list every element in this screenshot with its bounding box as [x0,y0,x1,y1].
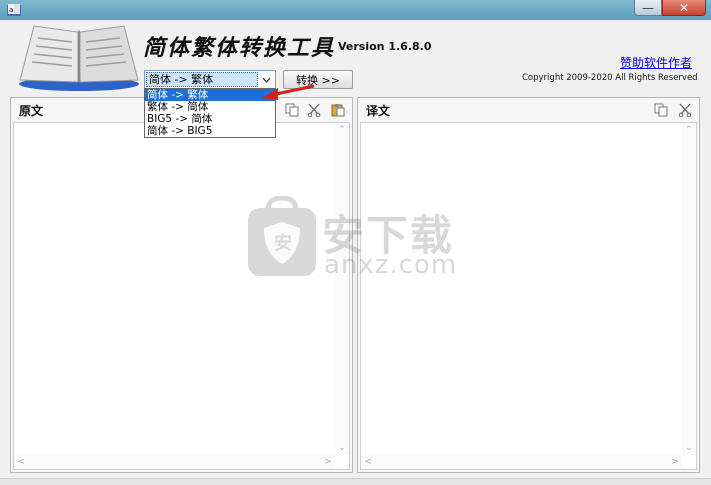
target-panel-title: 译文 [366,104,391,118]
dropdown-option[interactable]: 繁体 -> 简体 [145,101,275,113]
minimize-button[interactable]: — [634,0,662,16]
title-bar[interactable]: a — ✕ [0,0,711,20]
source-panel-title: 原文 [19,104,44,118]
target-panel: 译文 ⌃ ⌄ < > [357,97,700,473]
scroll-up-icon[interactable]: ⌃ [682,123,696,137]
scroll-down-icon[interactable]: ⌄ [682,441,696,455]
horizontal-scrollbar[interactable]: < > [14,455,335,469]
paste-icon[interactable] [329,101,347,119]
red-arrow-pointer-icon [262,84,315,100]
book-logo-icon [19,25,139,91]
cut-icon[interactable] [676,101,694,119]
target-panel-header: 译文 [358,98,699,122]
target-text-area[interactable]: ⌃ ⌄ < > [360,122,697,470]
scroll-down-icon[interactable]: ⌄ [335,441,349,455]
mode-select[interactable]: 简体 -> 繁体 [144,70,276,89]
scroll-right-icon[interactable]: > [668,455,682,469]
dropdown-option[interactable]: BIG5 -> 简体 [145,113,275,125]
copyright-text: Copyright 2009-2020 All Rights Reserved [522,73,698,83]
scroll-right-icon[interactable]: > [321,455,335,469]
scroll-left-icon[interactable]: < [361,455,375,469]
svg-text:a: a [9,6,13,14]
source-text-area[interactable]: ⌃ ⌄ < > [13,122,350,470]
copy-icon[interactable] [652,101,670,119]
source-panel: 原文 ⌃ ⌄ < > [10,97,353,473]
dropdown-option[interactable]: 简体 -> 繁体 [145,89,275,101]
dropdown-option[interactable]: 简体 -> BIG5 [145,125,275,137]
mode-dropdown-list: 简体 -> 繁体 繁体 -> 简体 BIG5 -> 简体 简体 -> BIG5 [144,88,276,138]
sponsor-link[interactable]: 赞助软件作者 [620,54,692,71]
version-label: Version 1.6.8.0 [338,40,432,53]
vertical-scrollbar[interactable]: ⌃ ⌄ [335,123,349,455]
close-button[interactable]: ✕ [662,0,706,16]
vertical-scrollbar[interactable]: ⌃ ⌄ [682,123,696,455]
app-title: 简体繁体转换工具 [143,35,336,61]
scroll-left-icon[interactable]: < [14,455,28,469]
mode-select-value: 简体 -> 繁体 [146,72,258,87]
horizontal-scrollbar[interactable]: < > [361,455,682,469]
app-book-icon: a [7,4,21,16]
scroll-up-icon[interactable]: ⌃ [335,123,349,137]
